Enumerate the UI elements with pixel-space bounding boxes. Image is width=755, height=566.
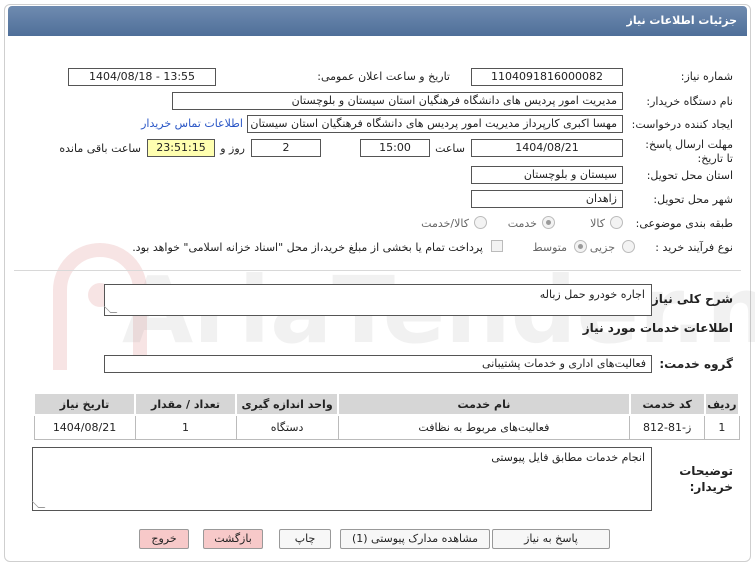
divider: [14, 270, 741, 271]
summary-textarea[interactable]: اجاره خودرو حمل زباله: [103, 284, 652, 316]
process-label: نوع فرآیند خرید :: [655, 241, 733, 254]
cell-service-code: ز-81-812: [629, 414, 706, 440]
cell-need-date: 1404/08/21: [33, 414, 136, 440]
resize-grip-icon[interactable]: [31, 501, 46, 508]
province-field: سیستان و بلوچستان: [471, 166, 623, 184]
province-label: استان محل تحویل:: [646, 169, 733, 182]
payment-note: پرداخت تمام یا بخشی از مبلغ خرید،از محل …: [132, 241, 483, 254]
col-header-need-date: تاریخ نیاز: [32, 392, 137, 416]
print-button[interactable]: چاپ: [279, 529, 331, 549]
process-option-minor: جزیی: [589, 241, 615, 254]
cell-service-name: فعالیت‌های مربوط به نظافت: [337, 414, 631, 440]
buyer-contact-link[interactable]: اطلاعات تماس خریدار: [141, 117, 243, 130]
announce-field: 1404/08/18 - 13:55: [68, 68, 216, 86]
view-attachments-button[interactable]: مشاهده مدارک پیوستی (1): [340, 529, 490, 549]
resize-grip-icon[interactable]: [103, 306, 118, 313]
deadline-label: مهلت ارسال پاسخ: تا تاریخ:: [645, 138, 733, 165]
category-radio-service[interactable]: [542, 216, 555, 229]
buyer-org-field: مدیریت امور پردیس های دانشگاه فرهنگیان ا…: [172, 92, 623, 110]
services-section-title: اطلاعات خدمات مورد نیاز: [582, 321, 733, 335]
days-label: روز و: [220, 142, 245, 155]
process-radio-medium[interactable]: [574, 240, 587, 253]
table-header-row: ردیف کد خدمت نام خدمت واحد اندازه گیری ت…: [32, 392, 741, 416]
title-bar: جزئیات اطلاعات نیاز: [8, 6, 747, 36]
category-option-service: خدمت: [507, 217, 537, 230]
time-label: ساعت: [435, 142, 465, 155]
exit-button[interactable]: خروج: [139, 529, 189, 549]
col-header-row-number: ردیف: [703, 392, 741, 416]
service-group-field: فعالیت‌های اداری و خدمات پشتیبانی: [104, 355, 652, 373]
service-group-label: گروه خدمت:: [659, 357, 733, 371]
deadline-date-field: 1404/08/21: [471, 139, 623, 157]
buyer-org-label: نام دستگاه خریدار:: [646, 95, 733, 108]
summary-label: شرح کلی نیاز:: [647, 292, 733, 306]
services-table: ردیف کد خدمت نام خدمت واحد اندازه گیری ت…: [32, 392, 741, 440]
days-field: 2: [251, 139, 321, 157]
process-option-medium: متوسط: [532, 241, 567, 254]
notes-label: توضیحات خریدار:: [679, 464, 733, 494]
announce-label: تاریخ و ساعت اعلان عمومی:: [317, 70, 450, 83]
notes-textarea[interactable]: انجام خدمات مطابق فایل پیوستی: [31, 447, 652, 511]
col-header-service-code: کد خدمت: [628, 392, 706, 416]
category-label: طبقه بندی موضوعی:: [635, 217, 733, 230]
category-radio-goods-service[interactable]: [474, 216, 487, 229]
cell-row-number: 1: [704, 414, 740, 440]
col-header-service-name: نام خدمت: [337, 392, 631, 416]
treasury-payment-checkbox[interactable]: [491, 240, 503, 252]
summary-text: اجاره خودرو حمل زباله: [539, 288, 645, 301]
col-header-unit: واحد اندازه گیری: [235, 392, 340, 416]
cell-quantity: 1: [134, 414, 237, 440]
creator-label: ایجاد کننده درخواست:: [631, 118, 733, 131]
need-number-field: 1104091816000082: [471, 68, 623, 86]
back-button[interactable]: بازگشت: [203, 529, 263, 549]
page-title: جزئیات اطلاعات نیاز: [626, 14, 738, 27]
category-radio-goods[interactable]: [610, 216, 623, 229]
category-option-goods: کالا: [590, 217, 605, 230]
city-label: شهر محل تحویل:: [653, 193, 733, 206]
need-number-label: شماره نیاز:: [680, 70, 733, 83]
city-field: زاهدان: [471, 190, 623, 208]
remaining-label: ساعت باقی مانده: [59, 142, 141, 155]
notes-text: انجام خدمات مطابق فایل پیوستی: [491, 451, 645, 464]
process-radio-minor[interactable]: [622, 240, 635, 253]
col-header-quantity: تعداد / مقدار: [134, 392, 238, 416]
category-option-goods-service: کالا/خدمت: [421, 217, 469, 230]
reply-button[interactable]: پاسخ به نیاز: [492, 529, 610, 549]
deadline-time-field: 15:00: [360, 139, 430, 157]
table-row: 1 ز-81-812 فعالیت‌های مربوط به نظافت دست…: [33, 414, 740, 440]
remaining-time-field: 23:51:15: [147, 139, 215, 157]
creator-field: مهسا اکبری کارپرداز مدیریت امور پردیس ها…: [247, 115, 623, 133]
cell-unit: دستگاه: [235, 414, 339, 440]
